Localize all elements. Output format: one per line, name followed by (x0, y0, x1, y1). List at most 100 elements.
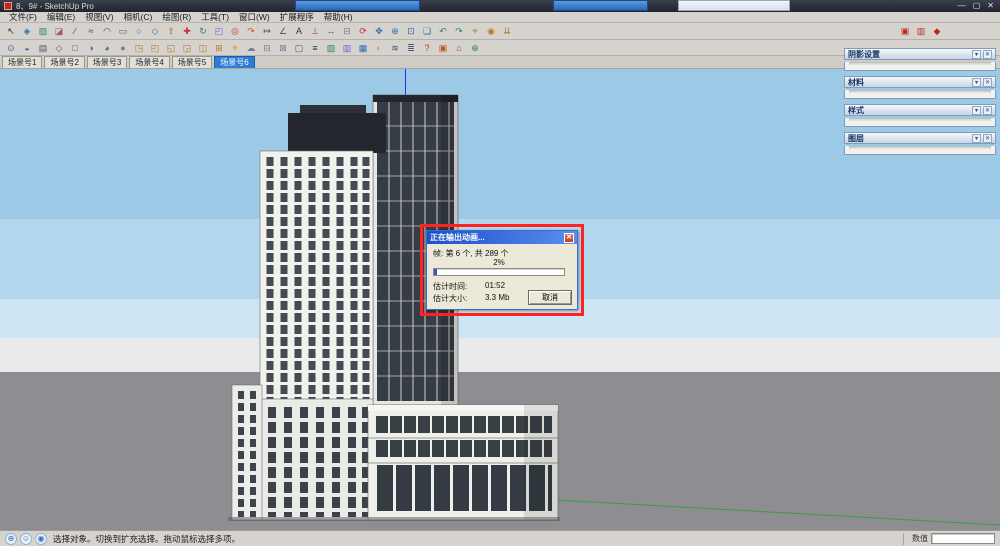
line-tool[interactable]: ∕ (67, 24, 83, 38)
x-ray-mode-icon[interactable]: ▤ (35, 41, 51, 55)
scene-tab-5[interactable]: 场景号5 (171, 56, 213, 68)
section-display-icon[interactable]: ⊟ (259, 41, 275, 55)
match-photo-icon[interactable]: ▣ (435, 41, 451, 55)
hide-similar-icon[interactable]: ▢ (291, 41, 307, 55)
text-tool[interactable]: A (291, 24, 307, 38)
menu-view[interactable]: 视图(V) (80, 12, 118, 23)
zoom-extents-tool[interactable]: ❏ (419, 24, 435, 38)
wireframe-mode-icon[interactable]: ◇ (51, 41, 67, 55)
axes-tool[interactable]: ⊥ (307, 24, 323, 38)
tape-measure-tool[interactable]: ↦ (259, 24, 275, 38)
zoom-window-tool[interactable]: ⊡ (403, 24, 419, 38)
scene-tab-3[interactable]: 场景号3 (86, 56, 128, 68)
walk-tool[interactable]: ⇊ (499, 24, 515, 38)
materials-panel-icon[interactable]: ▧ (323, 41, 339, 55)
menu-draw[interactable]: 绘图(R) (157, 12, 196, 23)
shaded-mode-icon[interactable]: ◑ (83, 41, 99, 55)
section-plane-tool[interactable]: ⊟ (339, 24, 355, 38)
menu-edit[interactable]: 编辑(E) (42, 12, 80, 23)
scene-tab-6[interactable]: 场景号6 (214, 56, 255, 68)
scene-tab-2[interactable]: 场景号2 (44, 56, 85, 68)
eraser-tool[interactable]: ◪ (51, 24, 67, 38)
model-info-icon[interactable]: ◒ (19, 41, 35, 55)
fog-toggle-icon[interactable]: ☁ (243, 41, 259, 55)
tray-header[interactable]: 样式 ▾ ✕ (844, 104, 996, 116)
tray-header[interactable]: 阴影设置 ▾ ✕ (844, 48, 996, 60)
style-builder-icon[interactable]: ▥ (913, 24, 929, 38)
right-view-icon[interactable]: ◲ (179, 41, 195, 55)
scene-tab-1[interactable]: 场景号1 (2, 56, 43, 68)
tray-header[interactable]: 材料 ▾ ✕ (844, 76, 996, 88)
menu-camera[interactable]: 相机(C) (119, 12, 158, 23)
monochrome-mode-icon[interactable]: ● (115, 41, 131, 55)
geolocation-icon[interactable]: ⊕ (5, 532, 17, 545)
hidden-line-mode-icon[interactable]: □ (67, 41, 83, 55)
menu-window[interactable]: 窗口(W) (234, 12, 275, 23)
maximize-icon[interactable]: ▢ (973, 0, 981, 12)
menu-file[interactable]: 文件(F) (4, 12, 42, 23)
add-location-icon[interactable]: ⊕ (467, 41, 483, 55)
scale-tool[interactable]: ◰ (211, 24, 227, 38)
3d-warehouse-icon[interactable]: ⌂ (451, 41, 467, 55)
textured-mode-icon[interactable]: ◕ (99, 41, 115, 55)
minimize-icon[interactable]: — (958, 0, 966, 12)
follow-me-tool[interactable]: ↷ (243, 24, 259, 38)
close-icon[interactable]: ✕ (987, 0, 994, 12)
help-icon[interactable]: ◉ (35, 532, 47, 545)
send-to-layout-icon[interactable]: ▣ (897, 24, 913, 38)
top-view-icon[interactable]: ◰ (147, 41, 163, 55)
position-camera-tool[interactable]: ⌖ (467, 24, 483, 38)
menu-tools[interactable]: 工具(T) (196, 12, 234, 23)
select-tool[interactable]: ↖ (3, 24, 19, 38)
layers-panel-icon[interactable]: ≡ (307, 41, 323, 55)
move-tool[interactable]: ✚ (179, 24, 195, 38)
iso-view-icon[interactable]: ◳ (131, 41, 147, 55)
dialog-titlebar[interactable]: 正在输出动画... ✕ (427, 231, 577, 244)
next-view-icon[interactable]: ↷ (451, 24, 467, 38)
measurement-input[interactable] (931, 533, 995, 544)
shadow-settings-panel-icon[interactable]: ◐ (371, 41, 387, 55)
orbit-tool[interactable]: ⟳ (355, 24, 371, 38)
arc-tool[interactable]: ◠ (99, 24, 115, 38)
rotate-tool[interactable]: ↻ (195, 24, 211, 38)
paint-bucket-icon[interactable]: ▨ (35, 24, 51, 38)
menu-extensions[interactable]: 扩展程序 (275, 12, 319, 23)
chevron-down-icon[interactable]: ▾ (972, 105, 981, 115)
chevron-down-icon[interactable]: ▾ (972, 133, 981, 143)
look-around-tool[interactable]: ◉ (483, 24, 499, 38)
push-pull-tool[interactable]: ⇧ (163, 24, 179, 38)
instructor-icon[interactable]: ? (419, 41, 435, 55)
close-icon[interactable]: ✕ (983, 49, 992, 59)
chevron-down-icon[interactable]: ▾ (972, 77, 981, 87)
offset-tool[interactable]: ◎ (227, 24, 243, 38)
section-cut-icon[interactable]: ⊠ (275, 41, 291, 55)
dimension-tool[interactable]: ↔ (323, 24, 339, 38)
cancel-button[interactable]: 取消 (528, 290, 572, 305)
left-view-icon[interactable]: ⊞ (211, 41, 227, 55)
entity-info-icon[interactable]: ⊙ (3, 41, 19, 55)
scenes-panel-icon[interactable]: ▦ (355, 41, 371, 55)
rectangle-tool[interactable]: ▭ (115, 24, 131, 38)
close-icon[interactable]: ✕ (983, 133, 992, 143)
outliner-icon[interactable]: ≣ (403, 41, 419, 55)
front-view-icon[interactable]: ◱ (163, 41, 179, 55)
close-icon[interactable]: ✕ (983, 77, 992, 87)
pan-tool[interactable]: ✥ (371, 24, 387, 38)
zoom-tool[interactable]: ⊕ (387, 24, 403, 38)
back-view-icon[interactable]: ◫ (195, 41, 211, 55)
make-component-icon[interactable]: ◈ (19, 24, 35, 38)
chevron-down-icon[interactable]: ▾ (972, 49, 981, 59)
dialog-close-icon[interactable]: ✕ (564, 232, 574, 243)
shadows-toggle-icon[interactable]: ☀ (227, 41, 243, 55)
freehand-tool[interactable]: ≈ (83, 24, 99, 38)
close-icon[interactable]: ✕ (983, 105, 992, 115)
scene-tab-4[interactable]: 场景号4 (129, 56, 170, 68)
menu-help[interactable]: 帮助(H) (319, 12, 358, 23)
polygon-tool[interactable]: ◇ (147, 24, 163, 38)
tray-header[interactable]: 图层 ▾ ✕ (844, 132, 996, 144)
styles-panel-icon[interactable]: ▥ (339, 41, 355, 55)
credits-icon[interactable]: ☺ (20, 532, 32, 545)
previous-view-icon[interactable]: ↶ (435, 24, 451, 38)
circle-tool[interactable]: ○ (131, 24, 147, 38)
extension-warehouse-icon[interactable]: ◆ (929, 24, 945, 38)
